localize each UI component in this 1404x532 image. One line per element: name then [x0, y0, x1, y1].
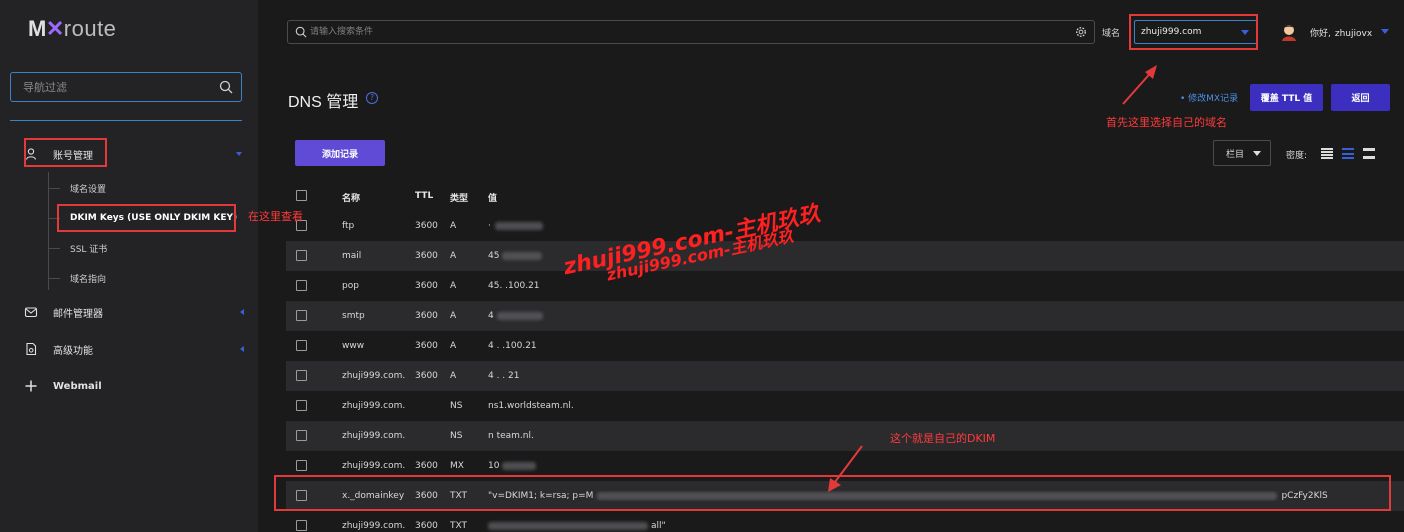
chevron-down-icon [1253, 150, 1262, 156]
table-row[interactable]: smtp 3600 A 4 [286, 301, 1404, 331]
header-type[interactable]: 类型 [450, 191, 468, 204]
row-checkbox[interactable] [296, 520, 307, 531]
table-row[interactable]: pop 3600 A 45. .100.21 [286, 271, 1404, 301]
sidebar-divider [10, 120, 242, 121]
add-record-button[interactable]: 添加记录 [295, 140, 385, 166]
table-row-dkim[interactable]: x._domainkey 3600 TXT "v=DKIM1; k=rsa; p… [286, 481, 1404, 511]
sidebar-sub-domain-pointer[interactable]: 域名指向 [48, 271, 106, 285]
row-checkbox[interactable] [296, 430, 307, 441]
annotation-select-domain: 首先这里选择自己的域名 [1106, 116, 1227, 129]
search-input[interactable] [310, 21, 1070, 43]
table-row[interactable]: zhuji999.com. 3600 MX 10 [286, 451, 1404, 481]
density-label: 密度: [1286, 151, 1308, 161]
nav-filter [10, 72, 242, 102]
chevron-down-icon [236, 152, 242, 156]
plus-icon [25, 380, 37, 392]
density-default-icon[interactable] [1342, 148, 1354, 159]
density-comfortable-icon[interactable] [1363, 148, 1375, 159]
row-checkbox[interactable] [296, 310, 307, 321]
header-ttl[interactable]: TTL [415, 191, 433, 201]
chevron-down-icon [1241, 30, 1249, 35]
sidebar-item-mail-manager[interactable]: 邮件管理器 [24, 302, 246, 322]
row-checkbox[interactable] [296, 460, 307, 471]
annotation-arrow-icon [1122, 65, 1157, 105]
annotation-this-is-dkim: 这个就是自己的DKIM [890, 432, 996, 445]
row-checkbox[interactable] [296, 280, 307, 291]
header-name[interactable]: 名称 [342, 191, 360, 204]
logo[interactable]: M✕route [28, 16, 116, 42]
sidebar-sub-ssl[interactable]: SSL 证书 [48, 241, 107, 255]
header-value[interactable]: 值 [488, 191, 497, 204]
table-row[interactable]: zhuji999.com. NS n team.nl. [286, 421, 1404, 451]
row-checkbox[interactable] [296, 340, 307, 351]
sidebar-item-webmail[interactable]: Webmail [24, 376, 246, 396]
user-icon [25, 148, 37, 160]
row-checkbox[interactable] [296, 400, 307, 411]
sidebar-sub-dkim-keys[interactable]: DKIM Keys (USE ONLY DKIM KEY) [48, 211, 237, 225]
override-ttl-button[interactable]: 覆盖 TTL 值 [1250, 84, 1323, 111]
dkim-value: "v=DKIM1; k=rsa; p=M pCzFy2KlS [488, 491, 1328, 501]
table-row[interactable]: mail 3600 A 45 [286, 241, 1404, 271]
back-button[interactable]: 返回 [1331, 84, 1390, 111]
domain-select[interactable]: zhuji999.com [1134, 20, 1258, 44]
document-gear-icon [26, 342, 37, 356]
table-row[interactable]: zhuji999.com. NS ns1.worldsteam.nl. [286, 391, 1404, 421]
gear-icon[interactable] [1075, 26, 1087, 38]
help-icon[interactable]: ? [366, 92, 378, 104]
search-bar [287, 20, 1095, 44]
row-checkbox[interactable] [296, 490, 307, 501]
sidebar: M✕route 账号管理 域名设置 DKIM Keys (USE ONLY DK… [0, 0, 258, 532]
select-all-checkbox[interactable] [296, 190, 307, 201]
sidebar-sub-domain-settings[interactable]: 域名设置 [48, 181, 106, 195]
search-icon[interactable] [219, 80, 233, 94]
user-greeting[interactable]: 你好, zhujiovx [1310, 26, 1372, 39]
table-row[interactable]: www 3600 A 4 . .100.21 [286, 331, 1404, 361]
page-title: DNS 管理 [288, 94, 359, 111]
nav-filter-input[interactable] [11, 73, 211, 101]
chevron-left-icon [240, 346, 244, 352]
sidebar-item-account[interactable]: 账号管理 [24, 144, 246, 164]
domain-label: 域名 [1102, 29, 1121, 39]
table-row[interactable]: zhuji999.com. 3600 A 4 . . 21 [286, 361, 1404, 391]
columns-dropdown[interactable]: 栏目 [1213, 140, 1271, 166]
sidebar-item-account-label: 账号管理 [53, 150, 93, 162]
avatar[interactable] [1279, 21, 1299, 41]
density-compact-icon[interactable] [1321, 148, 1333, 159]
table-row[interactable]: ftp 3600 A · [286, 211, 1404, 241]
chevron-left-icon [240, 309, 244, 315]
table-header-row: 名称 TTL 类型 值 [286, 181, 1404, 211]
username: zhujiovx [1334, 29, 1373, 39]
search-icon [295, 26, 307, 38]
mail-icon [24, 307, 38, 318]
sidebar-item-advanced[interactable]: 高级功能 [24, 339, 246, 359]
modify-mx-link[interactable]: • 修改MX记录 [1180, 91, 1238, 104]
chevron-down-icon[interactable] [1381, 29, 1389, 34]
annotation-view-here: 在这里查看 [248, 210, 303, 223]
table-row[interactable]: zhuji999.com. 3600 TXT all" [286, 511, 1404, 532]
row-checkbox[interactable] [296, 370, 307, 381]
domain-select-value: zhuji999.com [1141, 27, 1202, 37]
row-checkbox[interactable] [296, 250, 307, 261]
